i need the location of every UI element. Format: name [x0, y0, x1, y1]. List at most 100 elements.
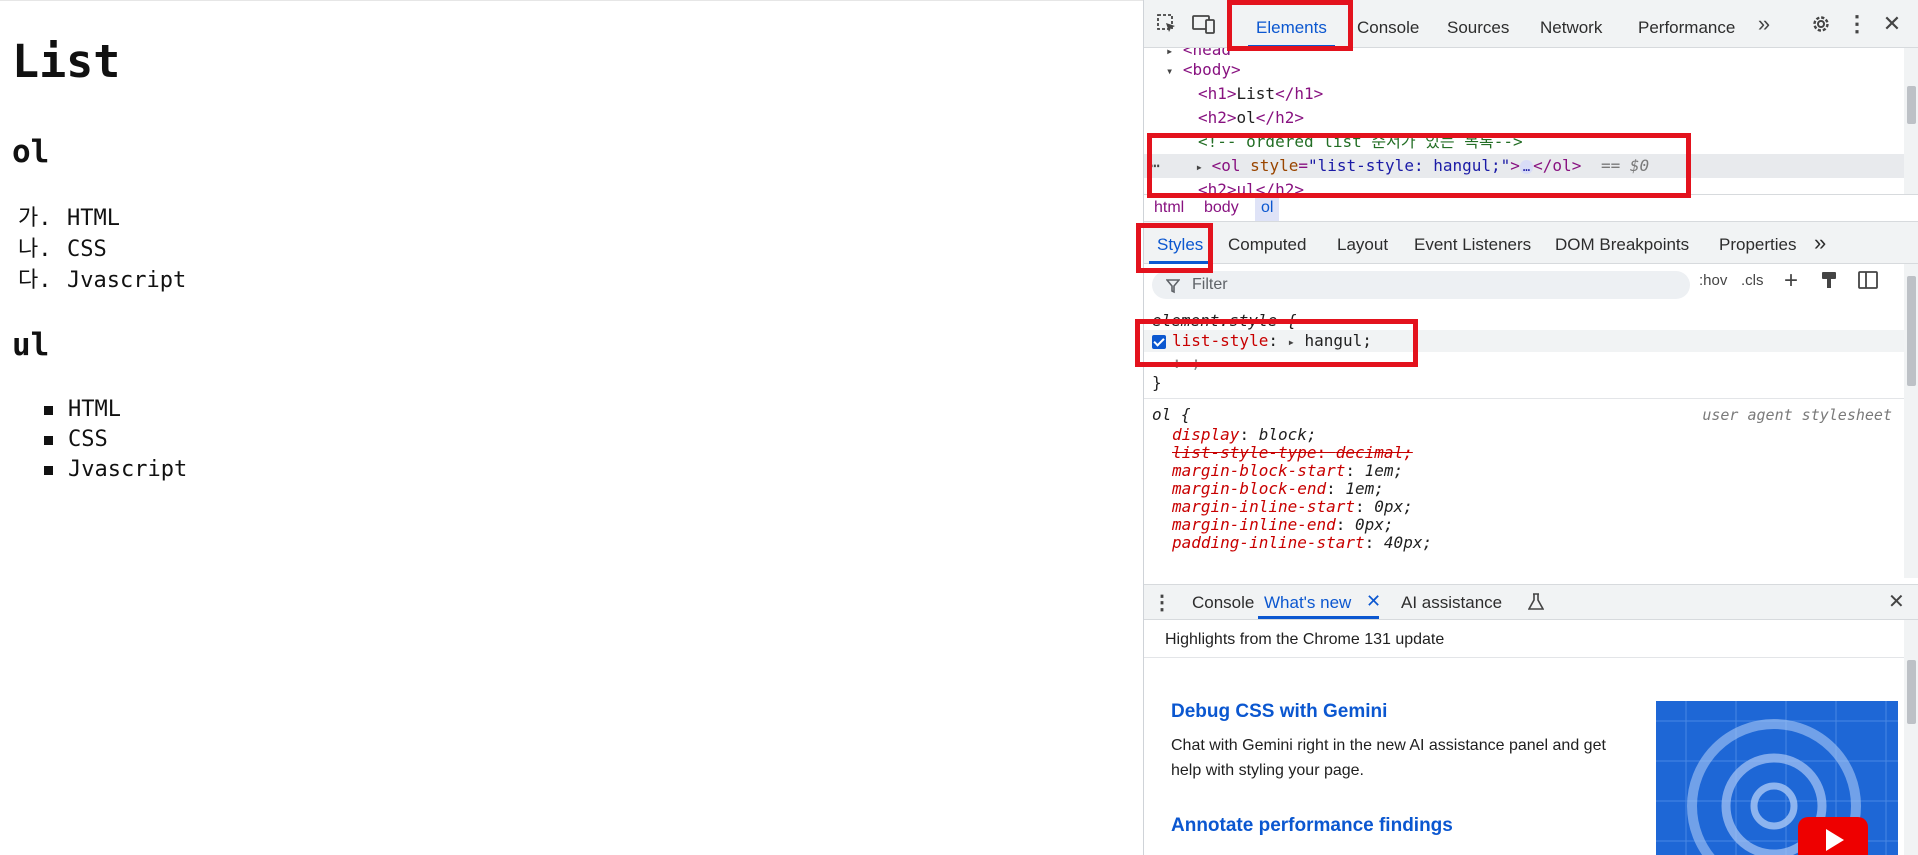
- paint-brush-icon[interactable]: [1820, 270, 1838, 294]
- close-tab-icon[interactable]: ✕: [1366, 591, 1381, 612]
- tab-performance[interactable]: Performance: [1638, 0, 1735, 48]
- close-icon[interactable]: ✕: [1881, 11, 1903, 36]
- scrollbar-thumb[interactable]: [1907, 86, 1916, 124]
- list-item-text: CSS: [67, 237, 107, 262]
- list-item: 가. HTML: [18, 203, 186, 234]
- expand-triangle-icon[interactable]: ▸: [1288, 335, 1295, 349]
- whats-new-header: Highlights from the Chrome 131 update: [1144, 620, 1904, 658]
- expand-triangle-icon[interactable]: ▸: [1166, 48, 1173, 58]
- dom-tree: ▸ <head ▾ <body> <h1>List</h1> <h2>ol</h…: [1144, 48, 1918, 194]
- list-item-text: HTML: [68, 397, 121, 422]
- breadcrumb-html[interactable]: html: [1148, 195, 1190, 221]
- whats-new-heading[interactable]: Debug CSS with Gemini: [1171, 701, 1387, 723]
- styles-scrollbar[interactable]: [1904, 264, 1918, 578]
- hover-state-toggle[interactable]: :hov: [1699, 272, 1727, 289]
- element-style-selector: element.style {: [1152, 311, 1297, 330]
- list-item: HTML: [44, 395, 187, 425]
- tab-properties[interactable]: Properties: [1719, 222, 1796, 264]
- drawer-tab-ai-assistance[interactable]: AI assistance: [1401, 585, 1502, 619]
- settings-gear-icon[interactable]: [1809, 12, 1833, 36]
- list-item-text: HTML: [67, 206, 120, 231]
- tab-computed[interactable]: Computed: [1228, 222, 1306, 264]
- list-marker: 가.: [18, 206, 52, 231]
- tab-network[interactable]: Network: [1540, 0, 1602, 48]
- tab-sources[interactable]: Sources: [1447, 0, 1509, 48]
- whats-new-panel: Highlights from the Chrome 131 update De…: [1144, 620, 1918, 855]
- page-heading-list: List: [12, 35, 121, 88]
- whats-new-scrollbar[interactable]: [1904, 620, 1918, 855]
- breadcrumb-body[interactable]: body: [1198, 195, 1245, 221]
- square-bullet-icon: [44, 406, 53, 415]
- dom-body-line[interactable]: ▾ <body>: [1166, 58, 1241, 82]
- list-item-text: Jvascript: [68, 457, 188, 482]
- collapsed-children-pill[interactable]: …: [1519, 159, 1534, 174]
- scrollbar-thumb[interactable]: [1907, 276, 1916, 386]
- styles-pane: Filter :hov .cls + element.style { list-…: [1144, 264, 1918, 578]
- empty-property-row[interactable]: : ;: [1172, 352, 1201, 374]
- dom-h2-line[interactable]: <h2>ol</h2>: [1198, 106, 1304, 130]
- dom-scrollbar[interactable]: [1904, 48, 1918, 194]
- dom-h1-line[interactable]: <h1>List</h1>: [1198, 82, 1323, 106]
- toggle-sidebar-icon[interactable]: [1858, 270, 1878, 294]
- device-toolbar-icon[interactable]: [1191, 12, 1217, 36]
- drawer-tabbar: ⋮ Console What's new ✕ AI assistance ✕: [1144, 584, 1918, 620]
- dom-ol-line-selected[interactable]: ⋯ ▸ <ol style="list-style: hangul;">… </ol…: [1144, 154, 1904, 178]
- tab-dom-breakpoints[interactable]: DOM Breakpoints: [1555, 222, 1689, 264]
- more-tabs-icon[interactable]: »: [1752, 11, 1776, 36]
- property-checkbox[interactable]: [1152, 334, 1166, 349]
- devtools-toolbar: Elements Console Sources Network Perform…: [1144, 0, 1918, 48]
- page-heading-ul: ul: [12, 327, 50, 363]
- whats-new-paragraph: Chat with Gemini right in the new AI ass…: [1171, 737, 1606, 779]
- close-brace: }: [1152, 373, 1162, 392]
- list-item: CSS: [44, 425, 187, 455]
- breadcrumb: html body ol: [1144, 194, 1918, 222]
- tab-elements[interactable]: Elements: [1248, 0, 1335, 48]
- tab-event-listeners[interactable]: Event Listeners: [1414, 222, 1531, 264]
- list-item: 나. CSS: [18, 234, 186, 265]
- list-item-text: CSS: [68, 427, 108, 452]
- tab-console[interactable]: Console: [1357, 0, 1419, 48]
- dom-actions-icon[interactable]: ⋯: [1144, 154, 1172, 178]
- tab-styles[interactable]: Styles: [1148, 222, 1212, 264]
- rule-divider: [1144, 398, 1904, 399]
- ol-rule-selector: ol {: [1152, 405, 1191, 424]
- breadcrumb-ol[interactable]: ol: [1255, 195, 1280, 221]
- drawer-tab-whats-new[interactable]: What's new: [1257, 585, 1380, 619]
- drawer-menu-icon[interactable]: ⋮: [1152, 591, 1172, 614]
- rendered-page: List ol 가. HTML 나. CSS 다. Jvascript ul HTML…: [0, 0, 1143, 855]
- dom-comment-line[interactable]: <!-- ordered list 순서가 있는 목록-->: [1198, 130, 1523, 154]
- expand-triangle-icon[interactable]: ▸: [1182, 155, 1212, 179]
- list-item-text: Jvascript: [67, 268, 187, 293]
- list-marker: 다.: [18, 268, 52, 293]
- list-item: 다. Jvascript: [18, 265, 186, 296]
- devtools-panel: Elements Console Sources Network Perform…: [1135, 0, 1918, 855]
- flask-icon: [1527, 593, 1545, 616]
- whats-new-heading[interactable]: Annotate performance findings: [1171, 815, 1453, 837]
- styles-subtabs: Styles Computed Layout Event Listeners D…: [1144, 222, 1918, 264]
- page-heading-ol: ol: [12, 134, 50, 170]
- more-subtabs-icon[interactable]: »: [1814, 222, 1826, 264]
- styles-filter-input[interactable]: Filter: [1152, 271, 1690, 299]
- list-marker: 나.: [18, 237, 52, 262]
- add-rule-icon[interactable]: +: [1784, 267, 1798, 295]
- class-toggle[interactable]: .cls: [1741, 272, 1764, 289]
- ua-property-row: padding-inline-start: 40px;: [1172, 533, 1433, 552]
- filter-icon: [1165, 271, 1181, 309]
- dom-h2-ul-line[interactable]: <h2>ul</h2>: [1198, 178, 1304, 194]
- square-bullet-icon: [44, 436, 53, 445]
- video-thumbnail[interactable]: [1656, 701, 1898, 855]
- close-drawer-icon[interactable]: ✕: [1888, 589, 1905, 614]
- user-agent-source: user agent stylesheet: [1702, 406, 1892, 424]
- drawer-tab-console[interactable]: Console: [1192, 585, 1254, 619]
- collapse-triangle-icon[interactable]: ▾: [1166, 64, 1173, 78]
- square-bullet-icon: [44, 466, 53, 475]
- inspect-element-icon[interactable]: [1154, 12, 1180, 36]
- style-property-row[interactable]: list-style: ▸ hangul;: [1144, 330, 1904, 352]
- scrollbar-thumb[interactable]: [1907, 660, 1916, 724]
- list-item: Jvascript: [44, 455, 187, 485]
- unordered-list: HTML CSS Jvascript: [44, 395, 187, 485]
- kebab-menu-icon[interactable]: ⋮: [1846, 11, 1868, 36]
- youtube-play-icon[interactable]: [1798, 817, 1868, 855]
- tab-layout[interactable]: Layout: [1337, 222, 1388, 264]
- ordered-list: 가. HTML 나. CSS 다. Jvascript: [18, 203, 186, 296]
